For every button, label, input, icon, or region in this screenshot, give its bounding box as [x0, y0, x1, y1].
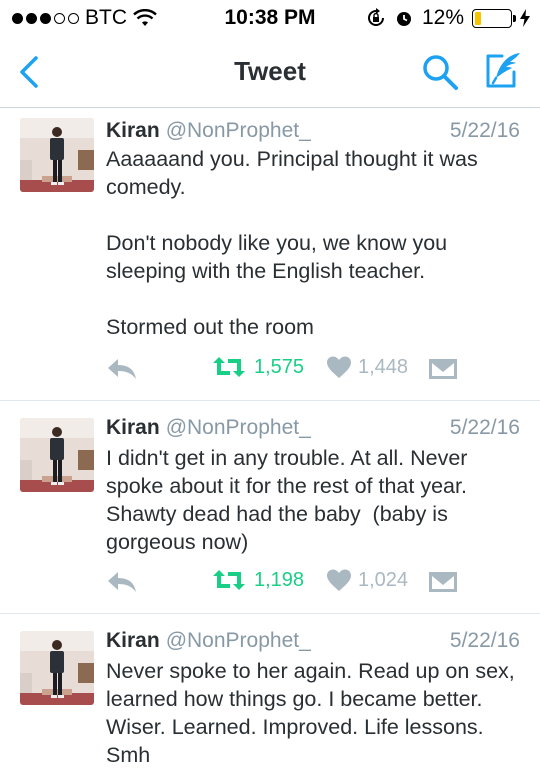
avatar[interactable]: [20, 118, 94, 192]
direct-message-icon[interactable]: [428, 570, 458, 594]
reply-icon[interactable]: [106, 355, 138, 383]
tweet-text: Aaaaaand you. Principal thought it was c…: [106, 145, 520, 341]
author-name[interactable]: Kiran: [106, 416, 160, 439]
like-count: 1,024: [358, 568, 409, 591]
charging-bolt-icon: [520, 9, 530, 27]
author-handle[interactable]: @NonProphet_: [166, 119, 311, 142]
author-handle[interactable]: @NonProphet_: [166, 416, 311, 439]
tweet-header: Kiran @NonProphet_ 5/22/16: [106, 119, 520, 145]
tweet-text-content: Never spoke to her again. Read up on sex…: [106, 659, 521, 767]
tweet-date: 5/22/16: [449, 416, 520, 439]
reply-icon[interactable]: [106, 568, 138, 596]
search-icon[interactable]: [420, 52, 460, 92]
compose-tweet-icon[interactable]: [480, 50, 524, 92]
author-name[interactable]: Kiran: [106, 629, 160, 652]
status-bar: BTC 10:38 PM 12%: [0, 0, 540, 36]
tweet-actions: 1,198 1,024: [106, 568, 520, 598]
tweet-text-content: I didn't get in any trouble. At all. Nev…: [106, 446, 474, 554]
author-handle[interactable]: @NonProphet_: [166, 629, 311, 652]
retweet-button[interactable]: 1,575: [212, 355, 304, 379]
tweet-header: Kiran @NonProphet_ 5/22/16: [106, 629, 520, 655]
tweet-date: 5/22/16: [449, 119, 520, 142]
avatar[interactable]: [20, 418, 94, 492]
tweet-date: 5/22/16: [449, 629, 520, 652]
retweet-count: 1,575: [254, 355, 305, 378]
retweet-icon: [213, 357, 245, 377]
heart-icon: [327, 569, 351, 591]
heart-icon: [327, 356, 351, 378]
tweet-item[interactable]: Kiran @NonProphet_ 5/22/16 I didn't get i…: [0, 402, 540, 614]
navigation-bar: Tweet: [0, 36, 540, 108]
retweet-icon: [213, 570, 245, 590]
tweet-header: Kiran @NonProphet_ 5/22/16: [106, 416, 520, 442]
tweet-item[interactable]: Kiran @NonProphet_ 5/22/16 Never spoke to…: [0, 615, 540, 776]
tweet-actions: 1,575 1,448: [106, 355, 520, 385]
alarm-icon: [396, 12, 411, 26]
like-button[interactable]: 1,024: [326, 568, 408, 592]
rotation-lock-icon: [367, 8, 384, 26]
battery-icon: [472, 8, 516, 28]
tweet-text: Never spoke to her again. Read up on sex…: [106, 657, 520, 769]
direct-message-icon[interactable]: [428, 357, 458, 381]
avatar[interactable]: [20, 631, 94, 705]
author-name[interactable]: Kiran: [106, 119, 160, 142]
tweet-item[interactable]: Kiran @NonProphet_ 5/22/16 Aaaaaand you. …: [0, 109, 540, 401]
retweet-count: 1,198: [254, 568, 305, 591]
retweet-button[interactable]: 1,198: [212, 568, 304, 592]
like-count: 1,448: [358, 355, 409, 378]
like-button[interactable]: 1,448: [326, 355, 408, 379]
status-right: 12%: [366, 6, 530, 30]
tweet-text-content: Aaaaaand you. Principal thought it was c…: [106, 147, 478, 339]
tweet-text: I didn't get in any trouble. At all. Nev…: [106, 444, 520, 556]
battery-percent: 12%: [421, 6, 464, 29]
